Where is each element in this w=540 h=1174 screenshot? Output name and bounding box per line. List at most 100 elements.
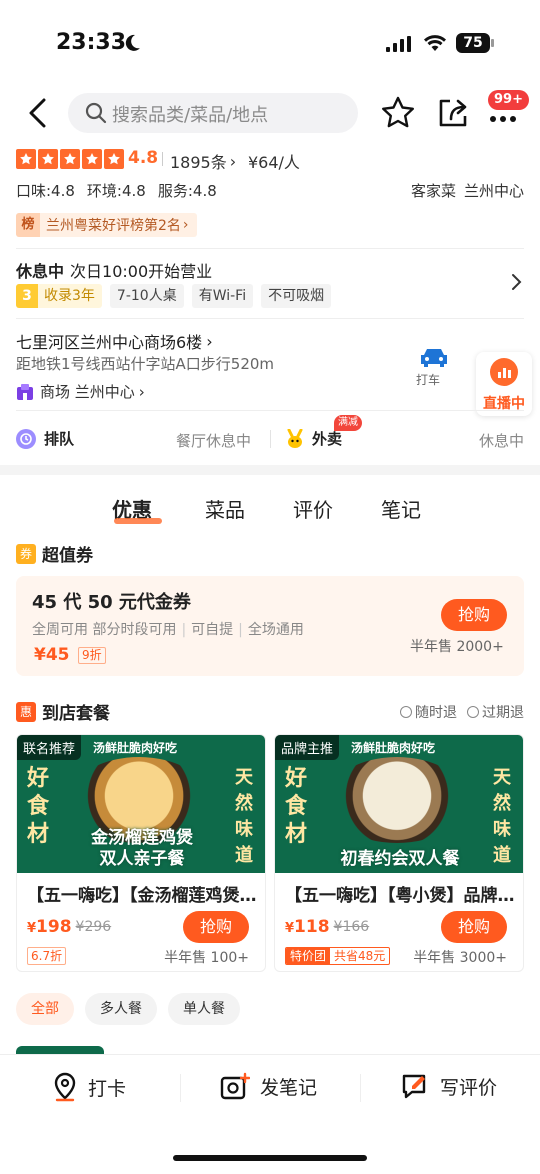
filter-chip-multi[interactable]: 多人餐	[85, 993, 157, 1025]
business-hours[interactable]: 休息中 次日10:00开始营业	[16, 258, 212, 282]
deal-discount-tag: 6.7折	[27, 947, 67, 965]
queue-button[interactable]: 排队	[16, 428, 74, 449]
chevron-right-icon: ›	[206, 331, 213, 351]
deal-sold: 半年售 3000+	[413, 950, 507, 966]
live-icon	[490, 358, 518, 386]
notification-badge: 99+	[488, 90, 529, 110]
check-circle-icon	[467, 706, 479, 718]
signal-icon	[386, 36, 411, 52]
share-icon[interactable]	[436, 95, 470, 129]
coupon-buy-button[interactable]: 抢购	[441, 599, 507, 631]
delivery-button[interactable]: 外卖	[286, 428, 342, 449]
divider	[16, 248, 524, 249]
address-link[interactable]: 七里河区兰州中心商场6楼 ›	[16, 329, 213, 353]
chevron-right-icon[interactable]	[508, 272, 524, 292]
deal-label: 品牌主推	[275, 735, 340, 760]
home-indicator	[173, 1155, 367, 1161]
search-placeholder[interactable]: 搜索品类/菜品/地点	[112, 101, 268, 127]
chevron-right-icon: ›	[138, 382, 145, 401]
queue-label: 排队	[44, 430, 75, 448]
write-review-button[interactable]: 写评价	[400, 1072, 497, 1100]
post-note-button[interactable]: 发笔记	[220, 1072, 317, 1100]
deal-buy-button[interactable]: 抢购	[183, 911, 249, 943]
open-hours: 次日10:00开始营业	[70, 262, 213, 281]
deal-buy-button[interactable]: 抢购	[441, 911, 507, 943]
deal-price-value: 118	[294, 917, 330, 937]
battery-indicator: 75	[456, 33, 490, 53]
tab-notes[interactable]: 笔记	[381, 494, 421, 523]
checkin-button[interactable]: 打卡	[52, 1072, 126, 1102]
filter-chip-single[interactable]: 单人餐	[168, 993, 240, 1025]
tab-dishes[interactable]: 菜品	[205, 494, 245, 523]
deal-image: 汤鲜肚脆肉好吃 好食材 天然味道 初春约会双人餐 品牌主推	[275, 735, 523, 873]
divider	[16, 410, 524, 411]
deal-slogan: 汤鲜肚脆肉好吃	[351, 741, 436, 755]
edit-review-icon	[402, 1074, 426, 1099]
coupon-rule: 全场通用	[233, 619, 304, 639]
coupon-sold: 半年售 2000+	[410, 639, 504, 655]
location-pin-icon	[54, 1072, 76, 1102]
address: 七里河区兰州中心商场6楼	[16, 333, 203, 352]
facility-tag: 有Wi-Fi	[191, 284, 254, 308]
rank-text: 兰州粤菜好评榜第2名	[46, 218, 181, 234]
cuisine-area[interactable]: 客家菜 兰州中心	[403, 180, 524, 201]
coupon-discount: 9折	[78, 647, 106, 664]
post-note-label: 发笔记	[260, 1076, 318, 1099]
review-count: 1895条	[170, 153, 227, 172]
deal-original-price: ¥166	[333, 919, 370, 935]
policy-label: 随时退	[415, 705, 457, 721]
taxi-label[interactable]: 打车	[416, 371, 440, 388]
delivery-status: 休息中	[478, 432, 524, 450]
deal-original-price: ¥296	[75, 919, 112, 935]
service-score: 服务:4.8	[157, 182, 217, 200]
deal-price: ¥198 ¥296	[27, 917, 111, 937]
avg-price: ¥64/人	[248, 153, 300, 172]
queue-status: 餐厅休息中	[176, 432, 252, 450]
deal-promo-tag: 特价团 共省48元	[285, 947, 391, 965]
filter-chip-all[interactable]: 全部	[16, 993, 74, 1025]
coupon-rule: 可自提	[176, 619, 233, 639]
deal-name: 【五一嗨吃】【金汤榴莲鸡煲】双人亲子餐	[27, 886, 259, 906]
taxi-icon[interactable]	[418, 346, 450, 368]
favorite-star-icon[interactable]	[380, 95, 416, 131]
set-meal-icon: 惠	[16, 701, 36, 722]
deal-card[interactable]: 汤鲜肚脆肉好吃 好食材 天然味道 初春约会双人餐 品牌主推 【五一嗨吃】【粤小煲…	[274, 734, 524, 972]
coupon-rule: 全周可用 部分时段可用	[32, 622, 177, 638]
review-count-link[interactable]: 1895条 ›	[170, 149, 236, 173]
facility-tag: 7-10人桌	[109, 284, 184, 308]
tab-reviews[interactable]: 评价	[293, 494, 333, 523]
divider	[180, 1074, 181, 1102]
deal-caption: 初春约会双人餐	[340, 849, 460, 869]
policy-item: 随时退	[400, 702, 457, 722]
mall-link[interactable]: 商场 兰州中心 ›	[16, 381, 145, 402]
deal-card[interactable]: 汤鲜肚脆肉好吃 好食材 天然味道 金汤榴莲鸡煲 双人亲子餐 联名推荐 【五一嗨吃…	[16, 734, 266, 972]
section-gap	[0, 465, 540, 475]
chevron-right-icon: ›	[229, 151, 237, 171]
star-icon	[16, 149, 36, 169]
status-time: 23:33	[56, 30, 127, 55]
deal-left-text: 好食材	[285, 766, 308, 847]
coupon-section-title: 券 超值券	[16, 541, 93, 566]
tab-active-indicator	[114, 518, 162, 524]
deal-image: 汤鲜肚脆肉好吃 好食材 天然味道 金汤榴莲鸡煲 双人亲子餐 联名推荐	[17, 735, 265, 873]
policy-item: 过期退	[467, 702, 524, 722]
deal-price: ¥118 ¥166	[285, 917, 369, 937]
facility-tags: 3 收录3年 7-10人桌 有Wi-Fi 不可吸烟	[16, 284, 339, 308]
delivery-discount-badge: 满减	[334, 415, 362, 431]
check-circle-icon	[400, 706, 412, 718]
deal-current-price: ¥118	[285, 917, 330, 937]
star-icon	[38, 149, 58, 169]
promo-saving: 共省48元	[334, 949, 386, 963]
deal-caption: 双人亲子餐	[99, 849, 185, 869]
delivery-label: 外卖	[312, 430, 343, 448]
star-icon	[82, 149, 102, 169]
star-icon	[104, 149, 124, 169]
policy-label: 过期退	[482, 705, 524, 721]
delivery-mascot-icon	[287, 428, 303, 448]
cuisine[interactable]: 客家菜	[411, 180, 456, 201]
back-arrow-icon[interactable]	[24, 96, 54, 130]
rating-score: 4.8	[128, 148, 159, 168]
rank-banner[interactable]: 榜 兰州粤菜好评榜第2名 ›	[16, 213, 197, 237]
area[interactable]: 兰州中心	[464, 180, 524, 201]
coupon-price: ¥45	[34, 645, 70, 665]
